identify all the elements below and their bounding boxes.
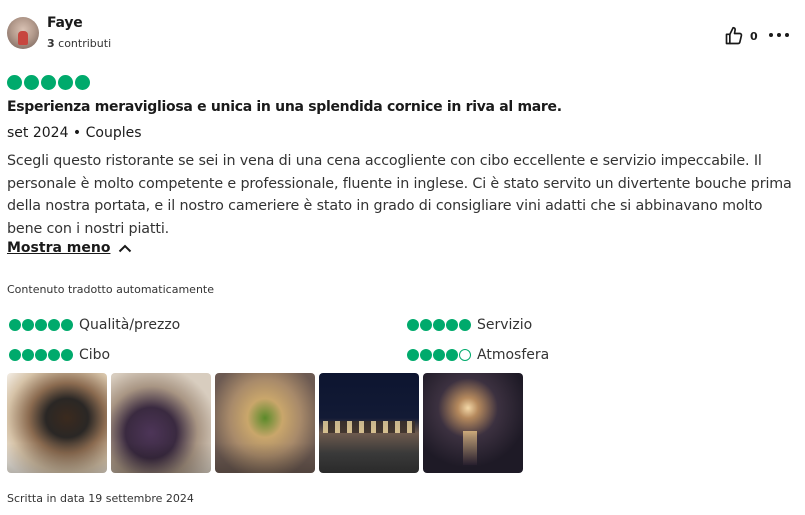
- review-title[interactable]: Esperienza meravigliosa e unica in una s…: [7, 99, 562, 115]
- subrating-bubbles: [9, 319, 73, 331]
- more-options-icon[interactable]: [769, 26, 789, 44]
- rating-bubble-filled: [41, 75, 56, 90]
- contributions-number: 3: [47, 37, 55, 50]
- subrating-label: Servizio: [477, 317, 533, 333]
- contributions-label: contributi: [58, 37, 112, 50]
- overall-rating-bubbles: [7, 75, 90, 90]
- rating-bubble-filled: [7, 75, 22, 90]
- show-less-button[interactable]: Mostra meno: [7, 240, 132, 256]
- subrating-bubbles: [9, 349, 73, 361]
- fried-dish-photo[interactable]: [215, 373, 315, 473]
- rating-bubble-filled: [75, 75, 90, 90]
- seafood-dish-photo[interactable]: [7, 373, 107, 473]
- rating-bubble-filled: [24, 75, 39, 90]
- contributions-count: 3 contributi: [47, 37, 111, 50]
- subrating-atmosphere: Atmosfera: [407, 347, 549, 363]
- subrating-bubbles: [407, 319, 471, 331]
- subrating-label: Atmosfera: [477, 347, 550, 363]
- subrating-food: Cibo: [9, 347, 110, 363]
- written-date: Scritta in data 19 settembre 2024: [7, 492, 194, 505]
- subrating-service: Servizio: [407, 317, 532, 333]
- translated-note: Contenuto tradotto automaticamente: [7, 283, 214, 296]
- review-meta: set 2024 • Couples: [7, 125, 142, 141]
- thumbs-up-icon: [725, 26, 743, 45]
- subrating-label: Cibo: [79, 347, 111, 363]
- purple-crisps-photo[interactable]: [111, 373, 211, 473]
- subrating-bubbles: [407, 349, 471, 361]
- review-body: Scegli questo ristorante se sei in vena …: [7, 153, 792, 237]
- chevron-up-icon: [119, 244, 132, 253]
- username[interactable]: Faye: [47, 15, 83, 31]
- show-less-label: Mostra meno: [7, 240, 111, 256]
- helpful-vote-button[interactable]: 0: [724, 24, 762, 48]
- helpful-count: 0: [750, 29, 758, 43]
- subrating-value: Qualità/prezzo: [9, 317, 180, 333]
- rating-bubble-filled: [58, 75, 73, 90]
- avatar[interactable]: [7, 17, 39, 49]
- subrating-label: Qualità/prezzo: [79, 317, 181, 333]
- moonlit-sea-photo[interactable]: [423, 373, 523, 473]
- terrace-night-photo[interactable]: [319, 373, 419, 473]
